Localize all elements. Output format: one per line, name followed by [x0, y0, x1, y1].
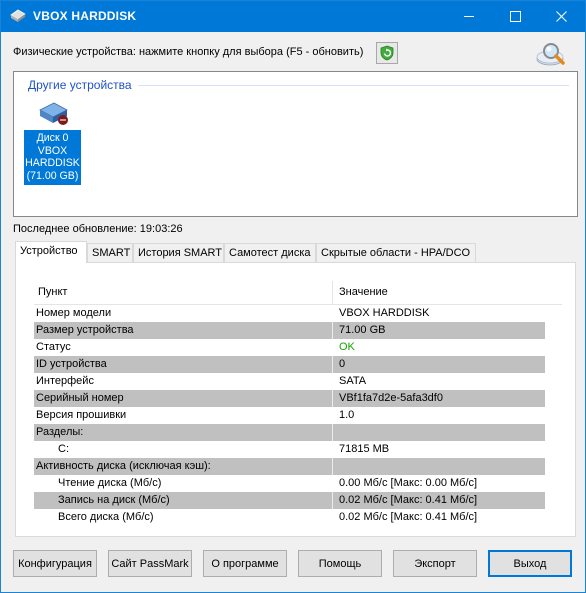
minimize-button[interactable]: [446, 1, 492, 32]
row-value: 0: [339, 358, 346, 370]
row-value: 0.02 Мб/с [Макс: 0.41 Мб/с]: [339, 511, 478, 523]
row-value: VBf1fa7d2e-5afa3df0: [339, 392, 443, 404]
table-row[interactable]: ID устройства 0: [34, 356, 545, 373]
cell-divider: [332, 424, 333, 441]
cell-divider: [332, 356, 333, 373]
devices-panel: Другие устройства Диск 0 VBOX HARDDISK (…: [13, 71, 578, 217]
table-row[interactable]: Активность диска (исключая кэш):: [34, 458, 545, 475]
tab-hidden-areas[interactable]: Скрытые области - HPA/DCO: [316, 243, 476, 262]
row-value: 71.00 GB: [339, 324, 386, 336]
row-item: Размер устройства: [36, 324, 134, 336]
table-row[interactable]: Серийный номер VBf1fa7d2e-5afa3df0: [34, 390, 545, 407]
group-header-other-devices: Другие устройства: [28, 78, 132, 92]
row-value: VBOX HARDDISK: [339, 307, 430, 319]
help-button[interactable]: Помощь: [298, 550, 382, 577]
row-item: Серийный номер: [36, 392, 124, 404]
column-header-value[interactable]: Значение: [339, 286, 388, 298]
row-item: Запись на диск (Мб/с): [58, 494, 170, 506]
maximize-button[interactable]: [492, 1, 538, 32]
tab-device[interactable]: Устройство: [15, 241, 87, 263]
magnifier-icon[interactable]: [530, 40, 570, 70]
row-value: 1.0: [339, 409, 355, 421]
row-item: Номер модели: [36, 307, 112, 319]
harddisk-icon[interactable]: [36, 99, 70, 129]
window-title: VBOX HARDDISK: [33, 9, 137, 23]
row-item: Версия прошивки: [36, 409, 127, 421]
row-item: C:: [58, 443, 69, 455]
device-line-3: HARDDISK: [25, 157, 80, 170]
refresh-button[interactable]: [376, 42, 398, 64]
config-button[interactable]: Конфигурация: [13, 550, 97, 577]
maximize-icon: [509, 11, 521, 22]
passmark-site-button[interactable]: Сайт PassMark: [108, 550, 192, 577]
app-disk-icon: [10, 9, 26, 22]
last-update-label: Последнее обновление: 19:03:26: [13, 223, 183, 235]
table-header: Пункт Значение: [34, 281, 562, 305]
row-value: 0.02 Мб/с [Макс: 0.41 Мб/с]: [339, 494, 478, 506]
table-row[interactable]: Статус OK: [34, 339, 545, 356]
table-row[interactable]: Версия прошивки 1.0: [34, 407, 545, 424]
row-value: 71815 MB: [339, 443, 390, 455]
row-item: Активность диска (исключая кэш):: [36, 460, 211, 472]
device-line-2: VBOX: [37, 144, 68, 157]
table-row[interactable]: Разделы:: [34, 424, 545, 441]
device-line-4: (71.00 GB): [26, 169, 79, 182]
row-item: ID устройства: [36, 358, 107, 370]
tab-smart-history[interactable]: История SMART: [133, 243, 224, 262]
row-item: Статус: [36, 341, 71, 353]
row-item: Чтение диска (Мб/с): [58, 477, 162, 489]
row-item: Всего диска (Мб/с): [58, 511, 154, 523]
export-button[interactable]: Экспорт: [393, 550, 477, 577]
tab-self-test[interactable]: Самотест диска: [224, 243, 316, 262]
title-bar[interactable]: VBOX HARDDISK: [1, 1, 585, 32]
about-button[interactable]: О программе: [203, 550, 287, 577]
cell-divider: [332, 492, 333, 509]
cell-divider: [332, 390, 333, 407]
table-row[interactable]: Запись на диск (Мб/с) 0.02 Мб/с [Макс: 0…: [34, 492, 545, 509]
table-row[interactable]: Размер устройства 71.00 GB: [34, 322, 545, 339]
row-item: Разделы:: [36, 426, 84, 438]
exit-button[interactable]: Выход: [488, 550, 572, 577]
table-row[interactable]: Интерфейс SATA: [34, 373, 545, 390]
minimize-icon: [464, 16, 474, 17]
close-icon: [555, 11, 567, 22]
device-item-disk0[interactable]: Диск 0 VBOX HARDDISK (71.00 GB): [24, 130, 81, 185]
table-row[interactable]: Всего диска (Мб/с) 0.02 Мб/с [Макс: 0.41…: [34, 509, 545, 526]
column-divider[interactable]: [332, 281, 333, 304]
table-row[interactable]: C: 71815 MB: [34, 441, 545, 458]
device-line-1: Диск 0: [36, 132, 69, 144]
table-row[interactable]: Чтение диска (Мб/с) 0.00 Мб/с [Макс: 0.0…: [34, 475, 545, 492]
close-button[interactable]: [538, 1, 584, 32]
physical-devices-label: Физические устройства: нажмите кнопку дл…: [13, 46, 364, 58]
cell-divider: [332, 458, 333, 475]
column-header-item[interactable]: Пункт: [38, 286, 67, 298]
table-row[interactable]: Номер модели VBOX HARDDISK: [34, 305, 545, 322]
tab-smart[interactable]: SMART: [87, 243, 133, 262]
refresh-shield-icon: [380, 45, 394, 61]
cell-divider: [332, 322, 333, 339]
app-window: VBOX HARDDISK Физические устройства: наж…: [0, 0, 586, 593]
row-item: Интерфейс: [36, 375, 94, 387]
row-value: 0.00 Мб/с [Макс: 0.00 Мб/с]: [339, 477, 478, 489]
tab-panel-device: Пункт Значение Номер модели VBOX HARDDIS…: [15, 262, 576, 537]
status-ok-value: OK: [339, 341, 355, 353]
device-info-table: Пункт Значение Номер модели VBOX HARDDIS…: [34, 281, 562, 526]
row-value: SATA: [339, 375, 367, 387]
group-header-divider: [138, 85, 569, 86]
